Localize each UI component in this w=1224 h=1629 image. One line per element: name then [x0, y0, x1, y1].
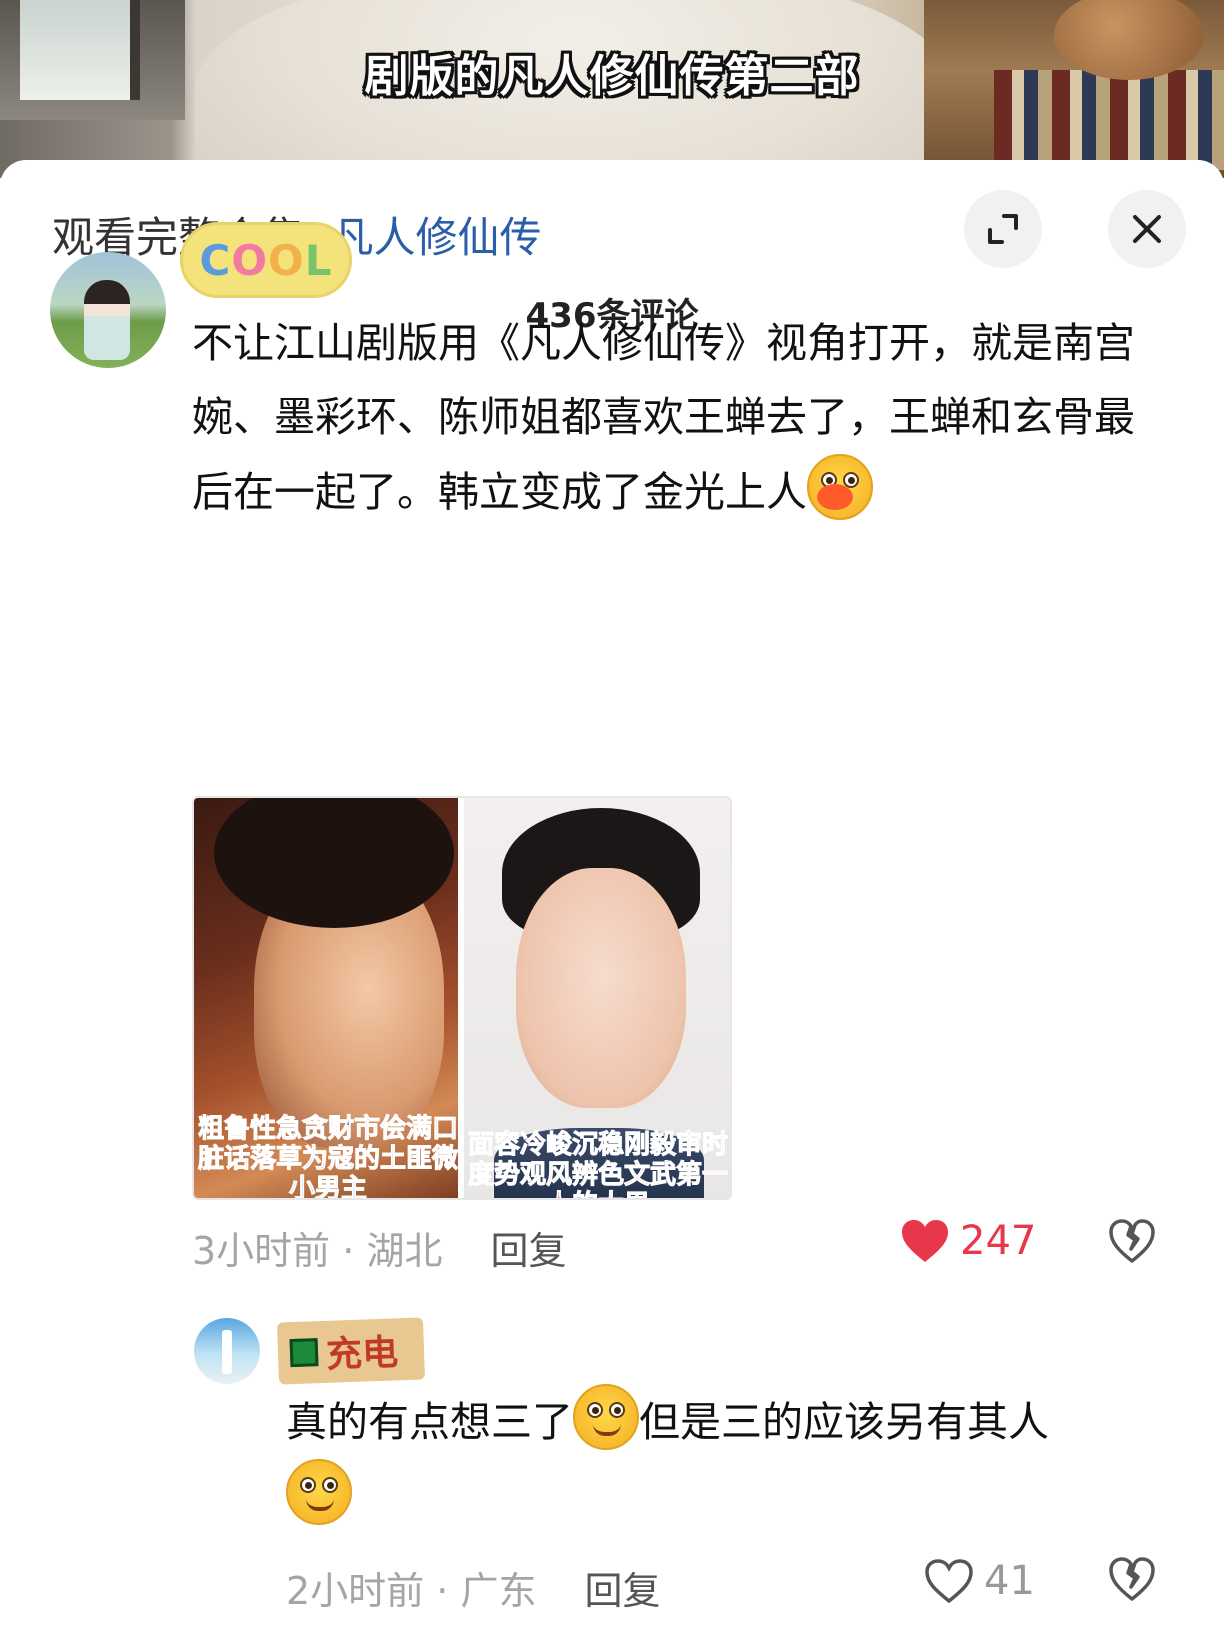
collection-link[interactable]: 凡人修仙传 [332, 213, 542, 262]
badge-label: 充电 [325, 1332, 399, 1376]
user-badge-charge: 充电 [276, 1317, 426, 1385]
reply-body-part1: 真的有点想三了 [286, 1398, 573, 1446]
comment-body: 不让江山剧版用《凡人修仙传》视角打开，就是南宫婉、墨彩环、陈师姐都喜欢王蝉去了，… [192, 319, 1135, 516]
heart-filled-icon [902, 1220, 948, 1262]
like-button[interactable]: 247 [900, 1218, 1036, 1264]
comment-time: 3小时前 [192, 1229, 331, 1273]
image-caption-right: 面容冷峻沉稳刚毅审时度势观风辨色文武第一人的大男 [467, 1130, 728, 1199]
reply-location: 广东 [460, 1569, 537, 1613]
reply-time: 2小时前 [286, 1569, 425, 1613]
reply-button[interactable]: 回复 [584, 1569, 660, 1613]
reply-dislike-button[interactable] [1108, 1556, 1156, 1606]
dislike-button[interactable] [1108, 1218, 1156, 1268]
like-count: 247 [960, 1218, 1037, 1264]
reply-like-button[interactable]: 41 [924, 1558, 1035, 1604]
expand-button[interactable] [964, 190, 1042, 268]
reply-body-part2: 但是三的应该另有其人 [639, 1398, 1049, 1446]
heart-outline-icon [925, 1559, 973, 1604]
expand-icon [988, 214, 1018, 244]
close-button[interactable] [1108, 190, 1186, 268]
close-icon [1133, 215, 1161, 243]
comment-meta: 3小时前 · 湖北 回复 [192, 1229, 567, 1273]
user-badge-cool: COOL [180, 222, 352, 298]
reply-meta: 2小时前 · 广东 回复 [286, 1569, 661, 1613]
video-player[interactable]: 剧版的凡人修仙传第二部 [0, 0, 1224, 178]
reply-text: 真的有点想三了 但是三的应该另有其人 [286, 1384, 1186, 1534]
video-caption: 剧版的凡人修仙传第二部 [364, 51, 860, 102]
smile-emoji [286, 1459, 352, 1525]
broken-heart-icon [1109, 1557, 1155, 1601]
kiss-emoji [807, 454, 873, 520]
avatar[interactable] [50, 252, 166, 368]
reply-button[interactable]: 回复 [490, 1229, 566, 1273]
broken-heart-icon [1109, 1219, 1155, 1263]
reply-like-count: 41 [984, 1558, 1035, 1604]
smile-emoji [573, 1384, 639, 1450]
comment-location: 湖北 [366, 1229, 443, 1273]
comment-image[interactable]: 粗鲁性急贪财市侩满口脏话落草为寇的土匪微小男主 面容冷峻沉稳刚毅审时度势观风辨色… [192, 796, 732, 1200]
comment-text: 不让江山剧版用《凡人修仙传》视角打开，就是南宫婉、墨彩环、陈师姐都喜欢王蝉去了，… [192, 306, 1162, 529]
image-caption-left: 粗鲁性急贪财市侩满口脏话落草为寇的土匪微小男主 [198, 1114, 459, 1200]
reply-avatar[interactable] [194, 1318, 260, 1384]
